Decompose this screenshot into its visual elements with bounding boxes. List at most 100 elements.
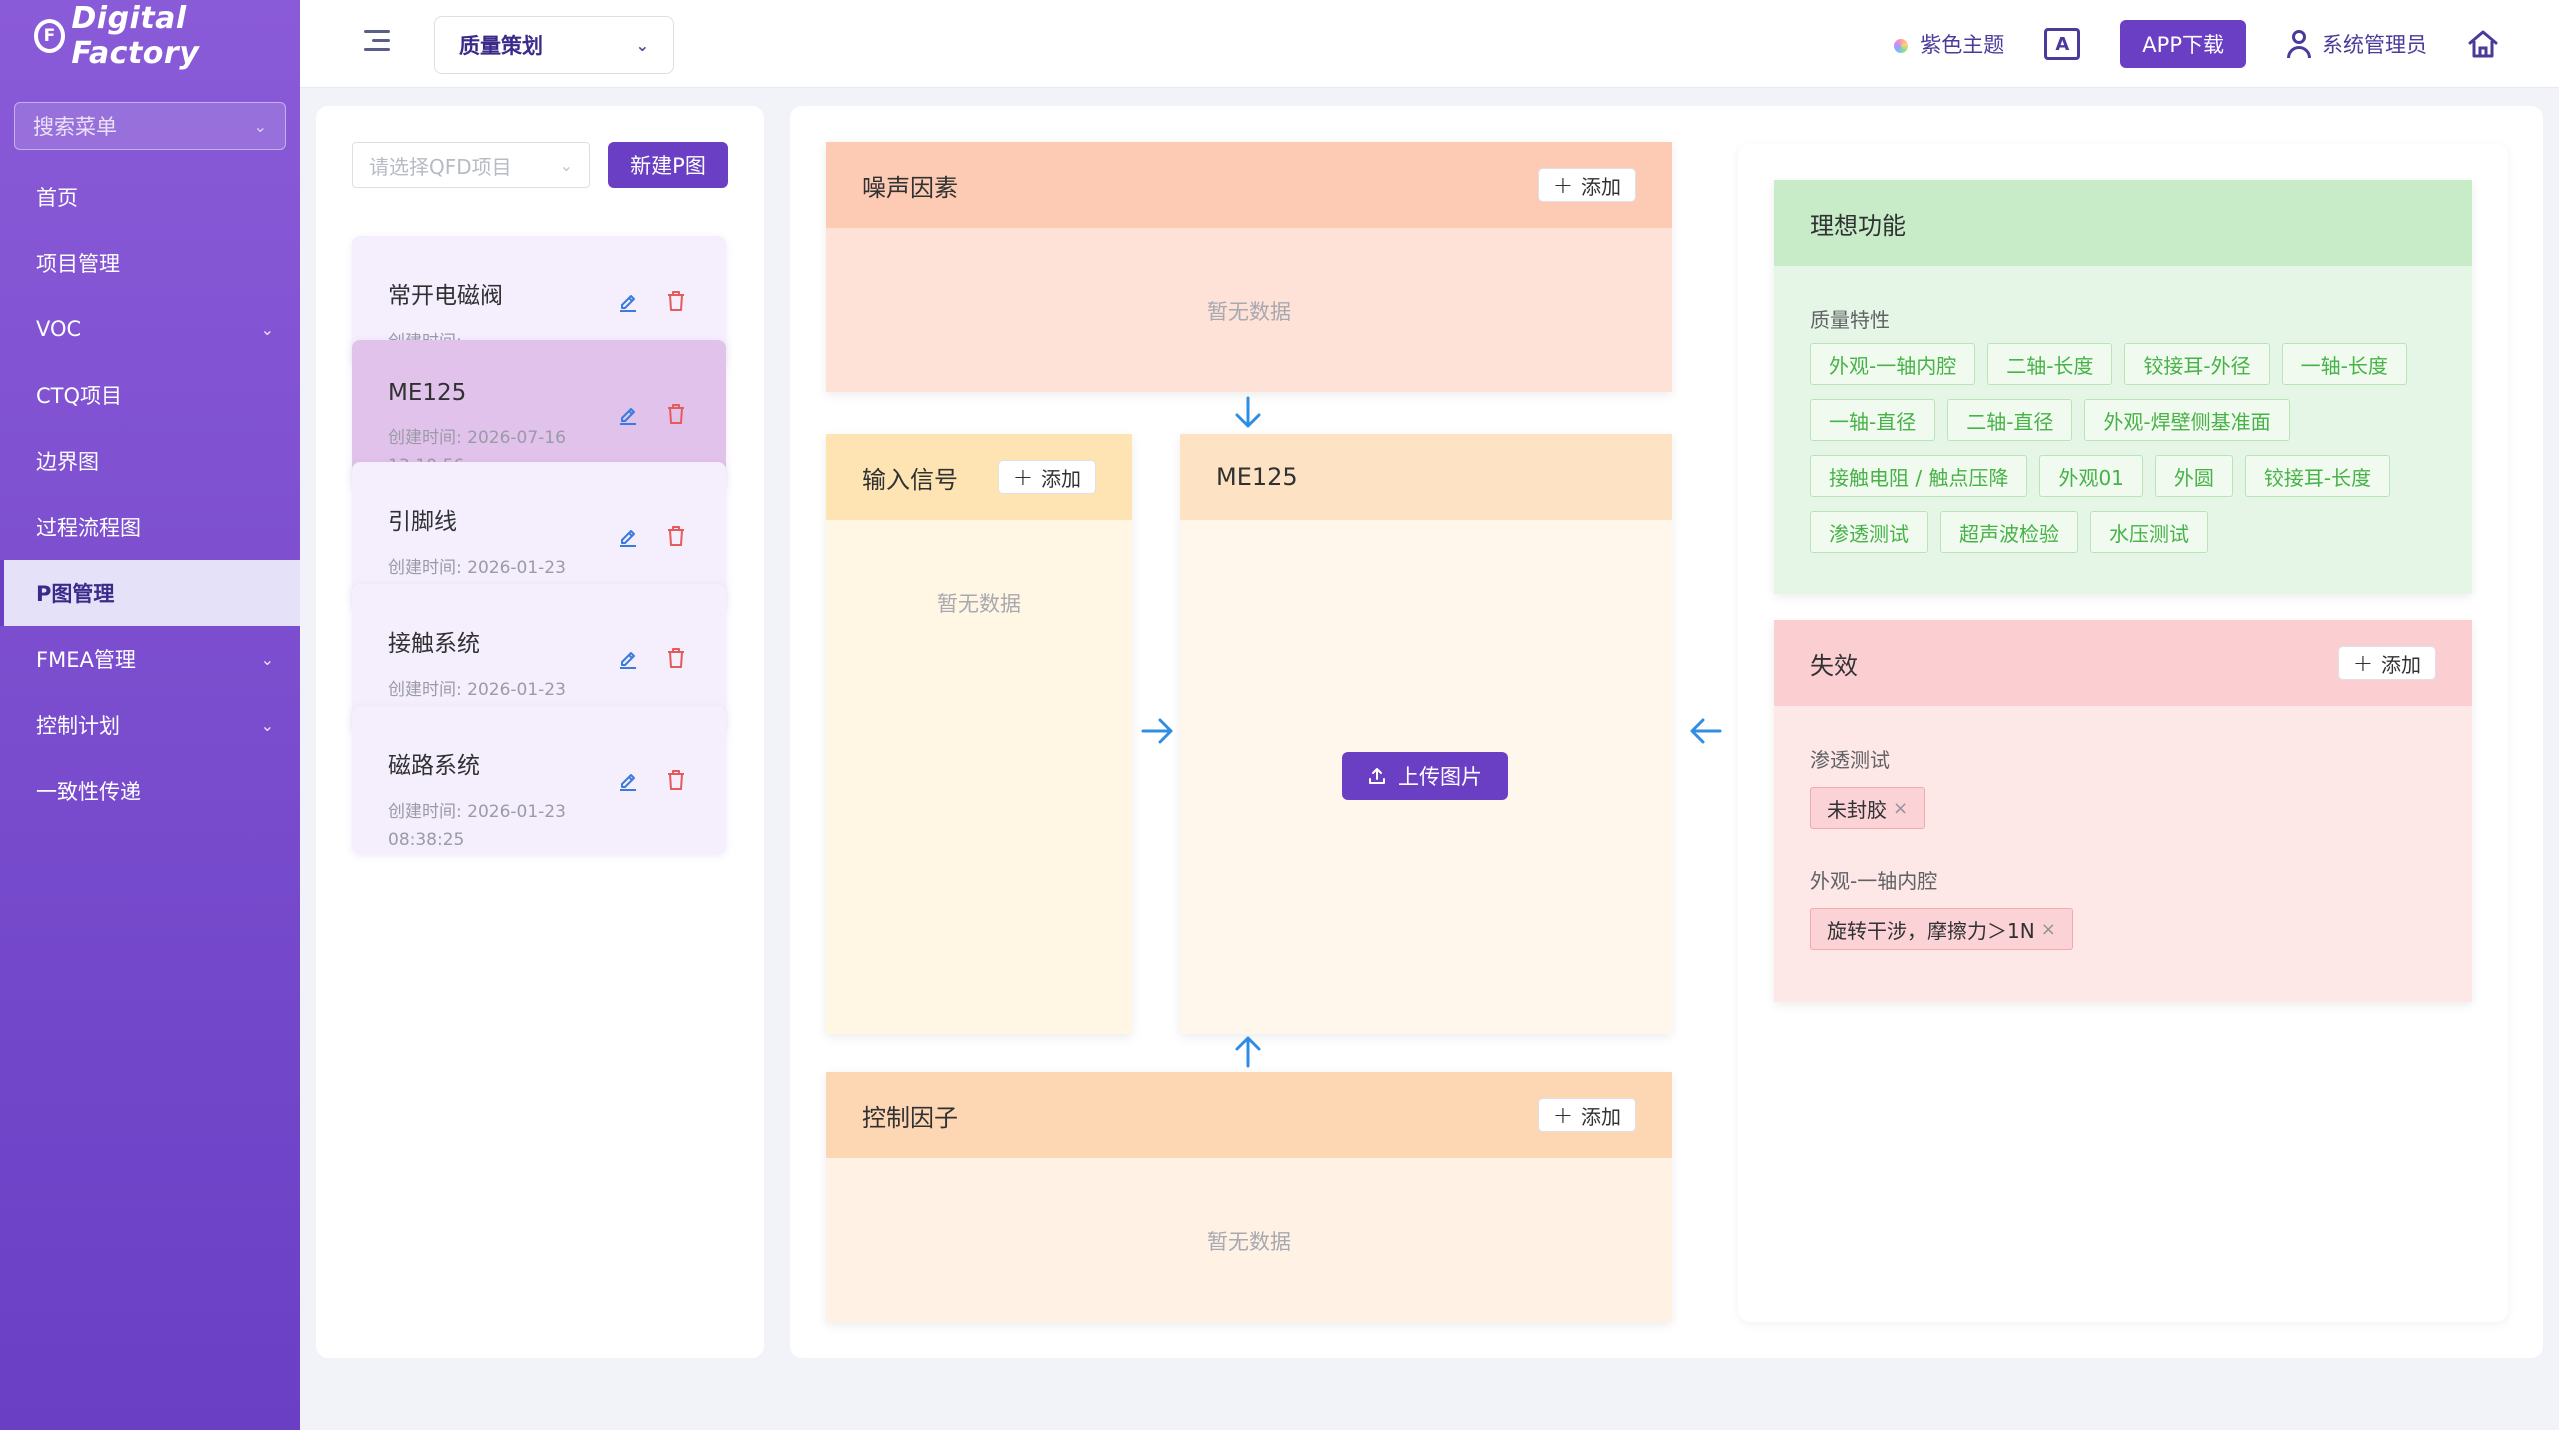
add-control-factor-button[interactable]: + 添加 bbox=[1537, 1098, 1636, 1132]
menu-search-placeholder: 搜索菜单 bbox=[33, 115, 117, 139]
failure-title: 失效 bbox=[1810, 651, 1858, 680]
plus-icon: + bbox=[1552, 171, 1573, 199]
chevron-down-icon: ⌄ bbox=[260, 715, 274, 735]
top-header: 质量策划 ⌄ 紫色主题 A APP下载 系统管理员 bbox=[300, 0, 2559, 88]
qfd-select-placeholder: 请选择QFD项目 bbox=[369, 154, 512, 179]
card-actions bbox=[618, 769, 686, 791]
chevron-down-icon: ⌄ bbox=[253, 116, 267, 136]
sidebar-item[interactable]: VOC ⌄ bbox=[0, 296, 300, 362]
arrow-left-icon bbox=[1690, 718, 1722, 744]
sidebar-item[interactable]: 边界图 bbox=[0, 428, 300, 494]
qfd-project-select[interactable]: 请选择QFD项目 ⌄ bbox=[352, 142, 590, 188]
translate-icon[interactable]: A bbox=[2044, 28, 2081, 60]
sidebar-item-label: VOC bbox=[36, 317, 82, 341]
sidebar-item-label: 控制计划 bbox=[36, 714, 120, 738]
app-download-button[interactable]: APP下载 bbox=[2120, 20, 2246, 68]
sidebar-item[interactable]: 过程流程图 bbox=[0, 494, 300, 560]
module-select-value: 质量策划 bbox=[459, 34, 543, 58]
close-icon[interactable]: × bbox=[2041, 919, 2056, 940]
edit-icon[interactable] bbox=[618, 403, 638, 425]
sidebar-item[interactable]: 首页 bbox=[0, 164, 300, 230]
close-icon[interactable]: × bbox=[1893, 798, 1908, 819]
failure-mode-tag: 未封胶 × bbox=[1810, 787, 1926, 829]
quality-characteristic-tag: 外圆 bbox=[2154, 455, 2233, 497]
sidebar-item[interactable]: 一致性传递 bbox=[0, 758, 300, 824]
p-diagram-list-panel: 请选择QFD项目 ⌄ 新建P图 常开电磁阀创建时间: -ME125创建时间: 2… bbox=[316, 106, 764, 1358]
sidebar-item[interactable]: P图管理 bbox=[0, 560, 300, 626]
failure-group: 外观-一轴内腔 旋转干涉，摩擦力＞1N × bbox=[1774, 829, 2472, 950]
module-select[interactable]: 质量策划 ⌄ bbox=[434, 16, 674, 74]
user-menu[interactable]: 系统管理员 bbox=[2286, 29, 2427, 59]
function-failure-panel: 理想功能 质量特性 外观-一轴内腔 二轴-长度 铰接耳-外径 一轴-长度 一轴-直径 二轴… bbox=[1738, 144, 2508, 1322]
failure-mode-tag: 旋转干涉，摩擦力＞1N × bbox=[1810, 908, 2073, 950]
chevron-down-icon: ⌄ bbox=[260, 319, 274, 339]
chevron-down-icon: ⌄ bbox=[260, 649, 274, 669]
quality-characteristic-tag: 二轴-直径 bbox=[1947, 399, 2073, 441]
sidebar-item-label: 边界图 bbox=[36, 450, 99, 474]
noise-factors-box: 噪声因素 + 添加 暂无数据 bbox=[826, 142, 1672, 392]
upload-image-button[interactable]: 上传图片 bbox=[1342, 752, 1508, 800]
control-empty-text: 暂无数据 bbox=[1207, 1230, 1291, 1254]
quality-characteristic-tag: 外观-焊壁侧基准面 bbox=[2084, 399, 2290, 441]
sidebar-item[interactable]: 项目管理 bbox=[0, 230, 300, 296]
add-noise-factor-button[interactable]: + 添加 bbox=[1537, 168, 1636, 202]
input-signal-box: 输入信号 + 添加 暂无数据 bbox=[826, 434, 1132, 1034]
control-factors-box: 控制因子 + 添加 暂无数据 bbox=[826, 1072, 1672, 1322]
delete-icon[interactable] bbox=[666, 290, 686, 312]
logo-text: Digital Factory bbox=[71, 1, 200, 71]
noise-factors-title: 噪声因素 bbox=[862, 173, 958, 202]
quality-characteristic-tag: 水压测试 bbox=[2090, 511, 2208, 553]
card-actions bbox=[618, 525, 686, 547]
arrow-right-icon bbox=[1141, 718, 1173, 744]
quality-characteristic-tags: 外观-一轴内腔 二轴-长度 铰接耳-外径 一轴-长度 一轴-直径 二轴-直径 外观-焊壁侧基… bbox=[1774, 333, 2472, 553]
failure-group: 渗透测试 未封胶 × bbox=[1774, 706, 2472, 829]
quality-characteristic-tag: 接触电阻 / 触点压降 bbox=[1810, 455, 2028, 497]
delete-icon[interactable] bbox=[666, 647, 686, 669]
user-name: 系统管理员 bbox=[2322, 33, 2427, 57]
ideal-function-title: 理想功能 bbox=[1810, 211, 1906, 240]
input-empty-text: 暂无数据 bbox=[937, 592, 1021, 616]
add-failure-button[interactable]: + 添加 bbox=[2337, 646, 2436, 680]
card-created-time: 创建时间: 2026-01-23 08:38:25 bbox=[388, 802, 566, 850]
add-input-signal-button[interactable]: + 添加 bbox=[997, 460, 1096, 494]
quality-characteristic-tag: 外观01 bbox=[2039, 455, 2143, 497]
quality-characteristics-label: 质量特性 bbox=[1810, 308, 1890, 332]
quality-characteristic-tag: 一轴-直径 bbox=[1810, 399, 1936, 441]
sidebar: F Digital Factory 搜索菜单 ⌄ 首页项目管理 VOC ⌄ CTQ项目… bbox=[0, 0, 300, 1430]
edit-icon[interactable] bbox=[618, 290, 638, 312]
delete-icon[interactable] bbox=[666, 403, 686, 425]
quality-characteristic-tag: 一轴-长度 bbox=[2281, 343, 2407, 385]
sidebar-item[interactable]: FMEA管理 ⌄ bbox=[0, 626, 300, 692]
delete-icon[interactable] bbox=[666, 769, 686, 791]
home-icon[interactable] bbox=[2467, 29, 2499, 59]
failure-box: 失效 + 添加 渗透测试 未封胶 × 外观-一轴内腔 旋转干涉，摩擦力＞1N × bbox=[1774, 620, 2472, 1002]
menu-search-select[interactable]: 搜索菜单 ⌄ bbox=[14, 102, 286, 150]
palette-icon bbox=[1894, 39, 1909, 53]
new-p-diagram-button[interactable]: 新建P图 bbox=[608, 142, 728, 188]
delete-icon[interactable] bbox=[666, 525, 686, 547]
theme-switch[interactable]: 紫色主题 bbox=[1894, 29, 2004, 59]
sidebar-item-label: 过程流程图 bbox=[36, 516, 141, 540]
user-icon bbox=[2286, 30, 2312, 58]
quality-characteristic-tag: 超声波检验 bbox=[1940, 511, 2078, 553]
sidebar-menu: 首页项目管理 VOC ⌄ CTQ项目边界图过程流程图 P图管理 FMEA管理 ⌄ 控制计划 ⌄ 一… bbox=[0, 164, 300, 824]
edit-icon[interactable] bbox=[618, 769, 638, 791]
sidebar-item-label: 项目管理 bbox=[36, 252, 120, 276]
header-actions: 紫色主题 A APP下载 系统管理员 bbox=[1894, 0, 2499, 88]
failure-groups: 渗透测试 未封胶 × 外观-一轴内腔 旋转干涉，摩擦力＞1N × bbox=[1774, 706, 2472, 950]
edit-icon[interactable] bbox=[618, 647, 638, 669]
sidebar-item[interactable]: CTQ项目 bbox=[0, 362, 300, 428]
collapse-menu-icon[interactable] bbox=[364, 30, 390, 54]
control-factors-title: 控制因子 bbox=[862, 1103, 958, 1132]
chevron-down-icon: ⌄ bbox=[635, 35, 649, 55]
edit-icon[interactable] bbox=[618, 525, 638, 547]
ideal-function-box: 理想功能 质量特性 外观-一轴内腔 二轴-长度 铰接耳-外径 一轴-长度 一轴-直径 二轴… bbox=[1774, 180, 2472, 594]
plus-icon: + bbox=[1012, 463, 1033, 491]
quality-characteristic-tag: 铰接耳-长度 bbox=[2244, 455, 2391, 497]
p-diagram-card[interactable]: 磁路系统 创建时间: 2026-01-23 08:38:25 bbox=[352, 706, 726, 854]
system-box: ME125 bbox=[1180, 434, 1672, 1034]
card-actions bbox=[618, 647, 686, 669]
sidebar-item[interactable]: 控制计划 ⌄ bbox=[0, 692, 300, 758]
sidebar-item-label: FMEA管理 bbox=[36, 648, 136, 672]
app-logo[interactable]: F Digital Factory bbox=[0, 0, 300, 72]
